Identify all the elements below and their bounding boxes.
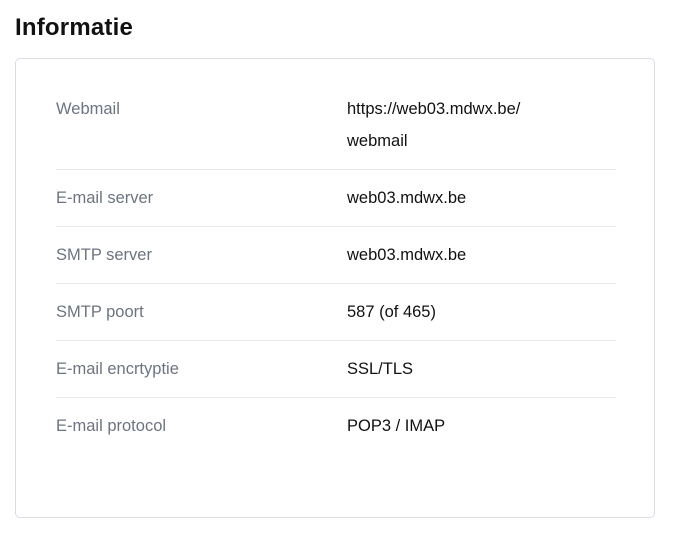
info-value: 587 (of 465) xyxy=(347,303,436,321)
info-label: E-mail server xyxy=(56,189,154,207)
info-label: SMTP server xyxy=(56,246,152,264)
info-list: Webmail https://web03.mdwx.be/ webmail E… xyxy=(56,93,616,454)
info-row-smtp-port: SMTP poort 587 (of 465) xyxy=(56,284,616,341)
info-card: Webmail https://web03.mdwx.be/ webmail E… xyxy=(15,58,655,518)
webmail-link[interactable]: https://web03.mdwx.be/ webmail xyxy=(347,93,562,157)
info-value: web03.mdwx.be xyxy=(347,246,467,264)
info-label: Webmail xyxy=(56,100,120,118)
info-row-protocol: E-mail protocol POP3 / IMAP xyxy=(56,398,616,454)
info-label: E-mail protocol xyxy=(56,417,167,435)
info-value: SSL/TLS xyxy=(347,360,414,378)
info-value: web03.mdwx.be xyxy=(347,189,467,207)
info-label: E-mail encrtyptie xyxy=(56,360,179,378)
section-title: Informatie xyxy=(15,14,134,41)
info-row-webmail: Webmail https://web03.mdwx.be/ webmail xyxy=(56,93,616,170)
info-row-email-server: E-mail server web03.mdwx.be xyxy=(56,170,616,227)
info-row-smtp-server: SMTP server web03.mdwx.be xyxy=(56,227,616,284)
info-value: POP3 / IMAP xyxy=(347,417,446,435)
info-row-encryption: E-mail encrtyptie SSL/TLS xyxy=(56,341,616,398)
info-label: SMTP poort xyxy=(56,303,144,321)
